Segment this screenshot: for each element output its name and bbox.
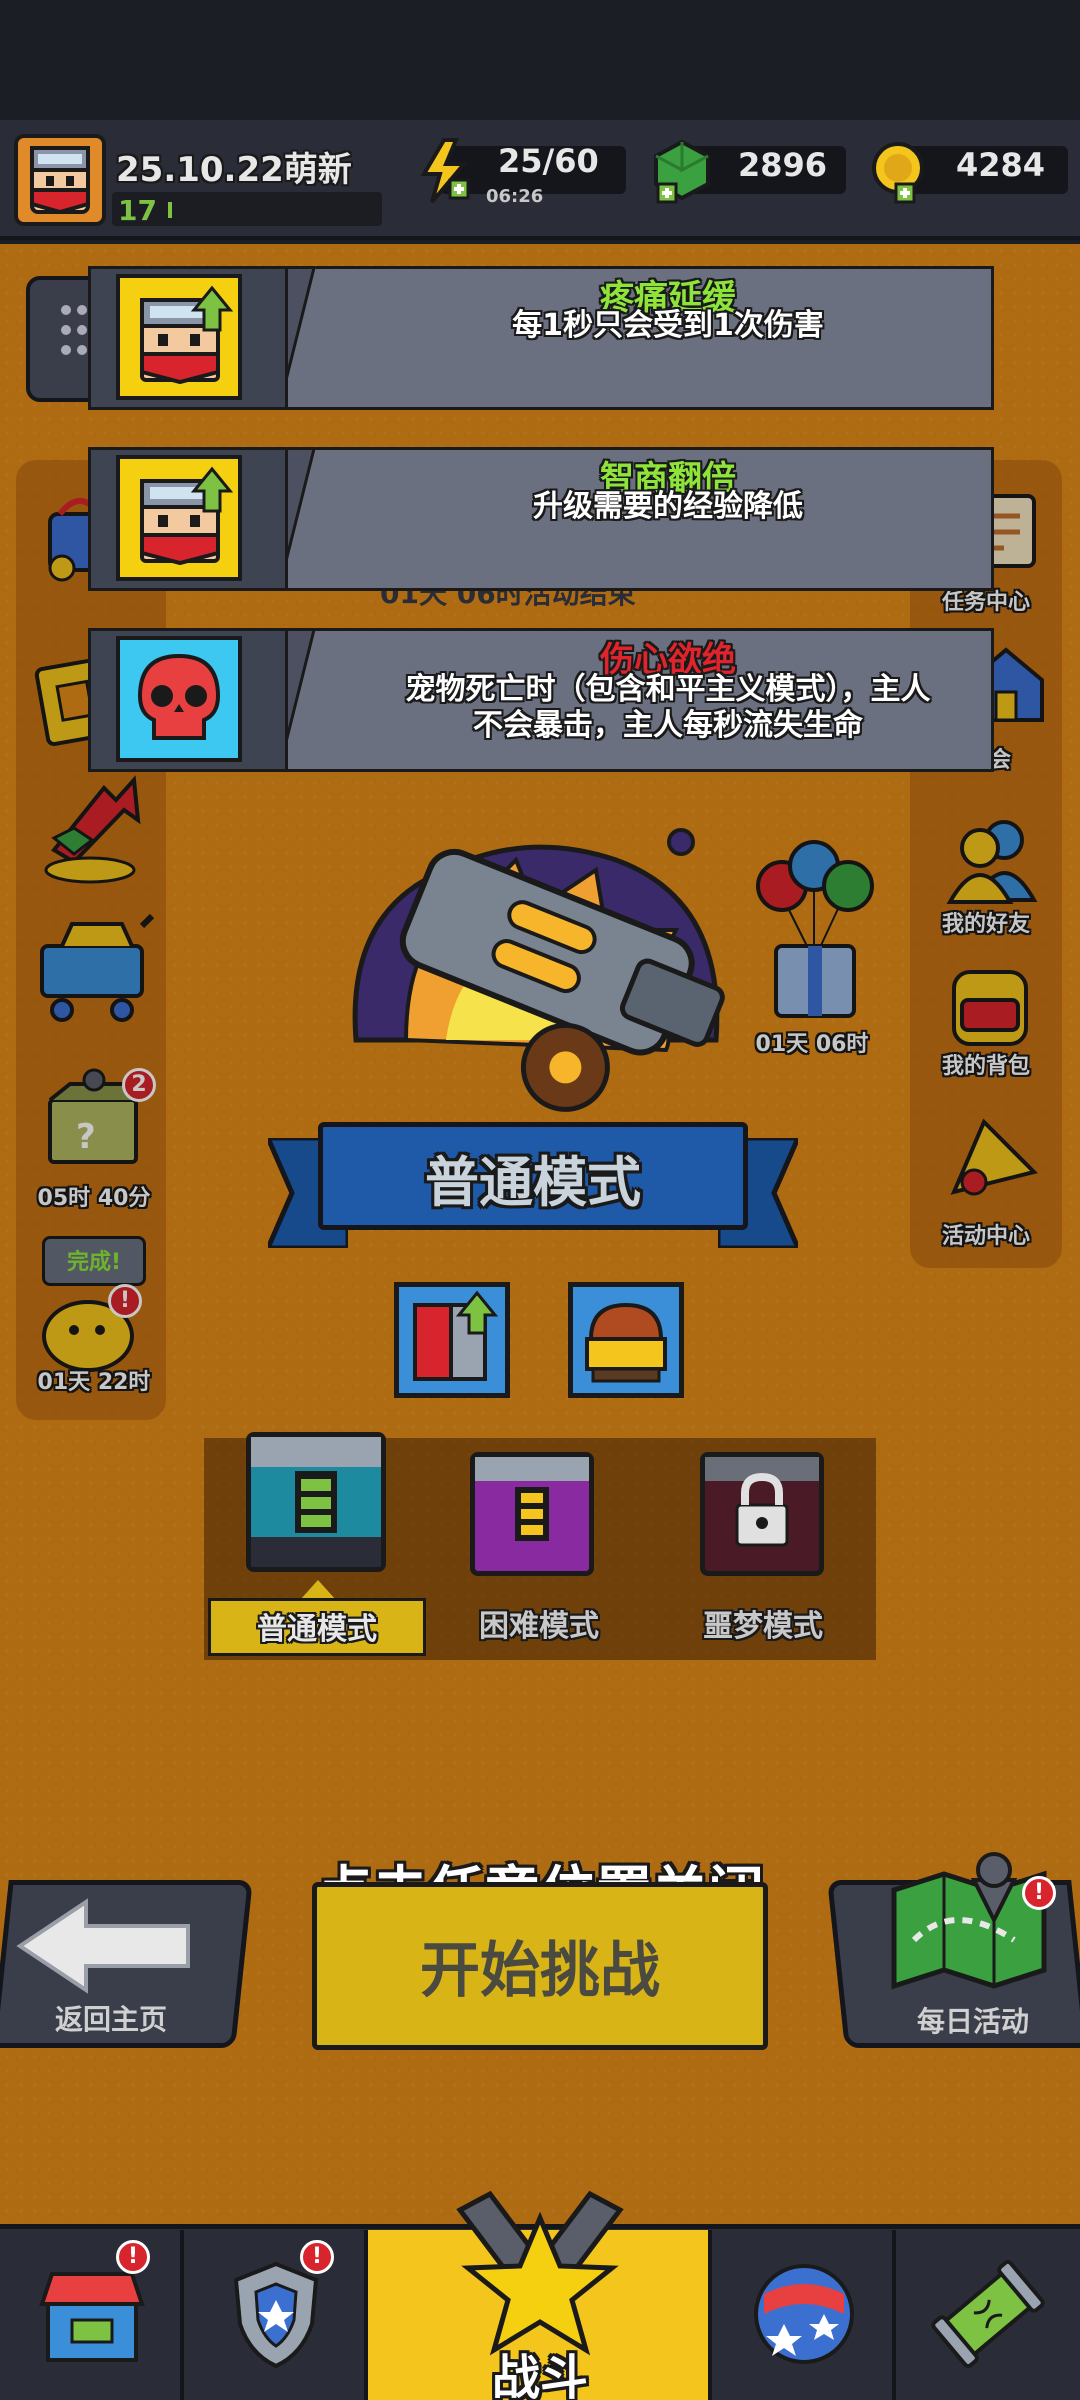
nightmare-mode-chest-icon[interactable] [700, 1452, 824, 1576]
player-avatar[interactable] [14, 134, 106, 226]
shop-badge: ! [116, 2240, 150, 2274]
battle-label: 战斗 [491, 2350, 588, 2400]
buff-description: 每1秒只会受到1次伤害 [512, 308, 824, 343]
daily-activity-label: 每日活动 [916, 2005, 1029, 2038]
hero-upgrade-icon [116, 274, 242, 400]
skull-icon [116, 636, 242, 762]
nav-battle[interactable]: 战斗 [368, 2190, 712, 2400]
buff-description: 升级需要的经验降低 [533, 489, 803, 524]
battle-star-icon [456, 2190, 624, 2356]
daily-badge: ! [1022, 1876, 1056, 1910]
energy-timer: 06:26 [486, 186, 544, 207]
buff-card-heartbroken: 伤心欲绝 宠物死亡时（包含和平主义模式），主人 不会暴击，主人每秒流失生命 [88, 628, 994, 772]
normal-mode-chest-icon[interactable] [246, 1432, 386, 1572]
tab-nightmare-mode[interactable]: 噩梦模式 [654, 1598, 872, 1656]
tab-normal-mode[interactable]: 普通模式 [208, 1598, 426, 1656]
mode-art-revolver [296, 820, 776, 1154]
hard-mode-chest-icon[interactable] [470, 1452, 594, 1576]
start-challenge-label: 开始挑战 [420, 1936, 660, 2006]
shop-stall-icon[interactable] [568, 1282, 684, 1398]
buff-description-line1: 宠物死亡时（包含和平主义模式），主人 [405, 672, 931, 707]
nav-scroll[interactable] [896, 2230, 1080, 2400]
back-home-label: 返回主页 [54, 2003, 167, 2036]
hero-upgrade-icon [116, 455, 242, 581]
player-level: 17 [118, 194, 157, 227]
tab-hard-mode[interactable]: 困难模式 [430, 1598, 648, 1656]
nav-stars[interactable] [712, 2230, 896, 2400]
talent-badge: ! [300, 2240, 334, 2274]
energy-value: 25/60 [498, 142, 599, 180]
coin-value: 4284 [956, 146, 1046, 184]
nav-shop[interactable]: ! [0, 2230, 184, 2400]
scroll-icon [931, 2260, 1045, 2368]
gem-icon [650, 138, 716, 212]
coin-icon [866, 138, 932, 212]
hero-mutation-icon[interactable] [394, 1282, 510, 1398]
treasure-map-icon [884, 1830, 1054, 2004]
lightning-icon [414, 136, 474, 210]
nav-talent[interactable]: ! [184, 2230, 368, 2400]
mode-banner-title: 普通模式 [425, 1151, 641, 1214]
status-bar [0, 0, 1080, 120]
buff-card-iq-double: 智商翻倍 升级需要的经验降低 [88, 447, 994, 591]
avatar-icon [30, 146, 90, 215]
player-name: 25.10.22萌新 [116, 150, 352, 190]
star-ball-icon [754, 2264, 854, 2364]
exp-fill [168, 202, 172, 218]
buff-card-pain-delay: 疼痛延缓 每1秒只会受到1次伤害 [88, 266, 994, 410]
buff-description-line2: 不会暴击，主人每秒流失生命 [473, 708, 863, 743]
back-arrow-icon [16, 1896, 196, 2000]
gem-value: 2896 [738, 146, 828, 184]
